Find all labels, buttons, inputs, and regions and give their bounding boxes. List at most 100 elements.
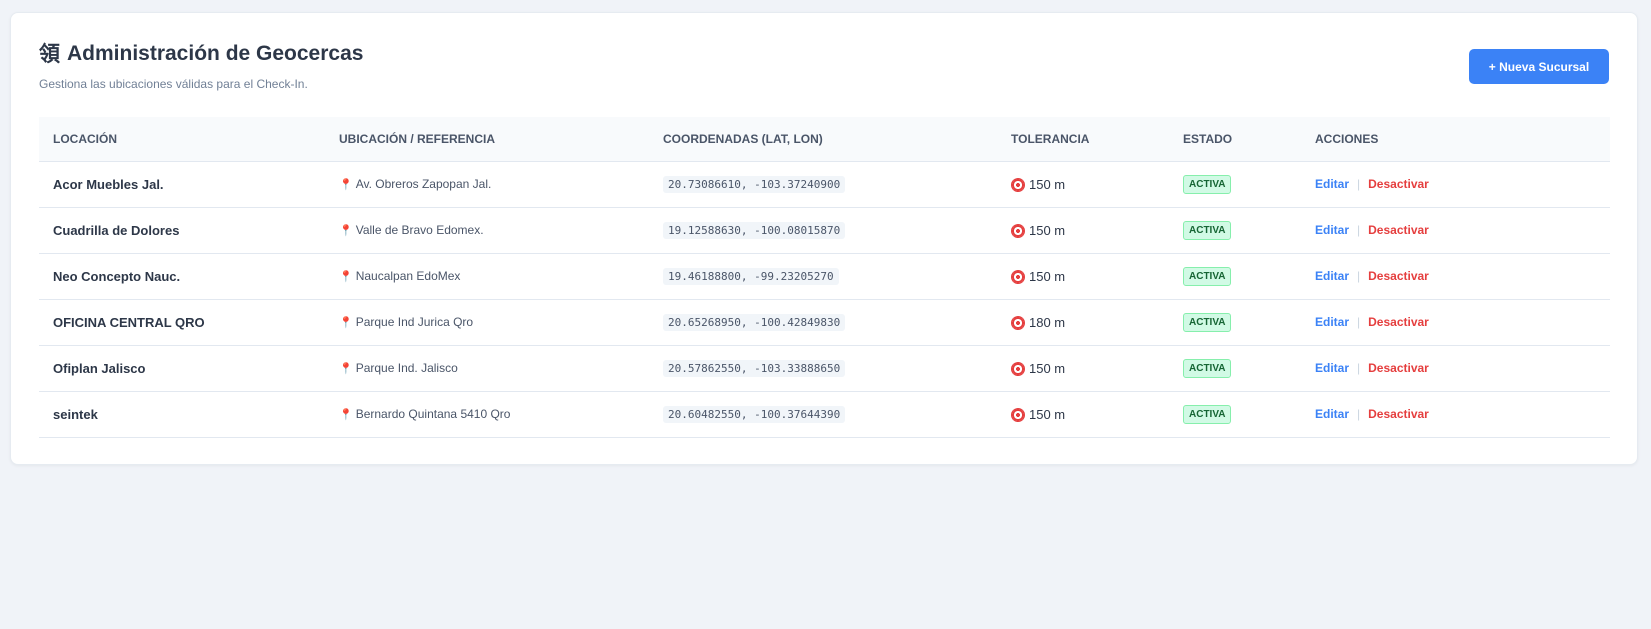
deactivate-link[interactable]: Desactivar — [1368, 361, 1429, 375]
edit-link[interactable]: Editar — [1315, 269, 1349, 283]
cell-acciones: Editar | Desactivar — [1301, 161, 1610, 208]
action-separator: | — [1357, 177, 1361, 191]
cell-referencia: 📍 Parque Ind Jurica Qro — [325, 299, 649, 346]
cell-estado: ACTIVA — [1169, 345, 1301, 392]
status-badge: ACTIVA — [1183, 266, 1232, 286]
cell-locacion: OFICINA CENTRAL QRO — [39, 299, 325, 346]
deactivate-link[interactable]: Desactivar — [1368, 223, 1429, 237]
deactivate-link[interactable]: Desactivar — [1368, 315, 1429, 329]
geofence-table: Locación Ubicación / Referencia Coordena… — [39, 117, 1610, 438]
column-header-acciones: Acciones — [1301, 117, 1610, 162]
target-icon — [1011, 315, 1025, 330]
target-icon — [1011, 269, 1025, 284]
cell-coordenadas: 20.57862550, -103.33888650 — [649, 345, 997, 392]
coordinates-value: 19.12588630, -100.08015870 — [663, 222, 846, 239]
cell-referencia: 📍 Av. Obreros Zapopan Jal. — [325, 161, 649, 208]
action-separator: | — [1357, 361, 1361, 375]
table-header-row: Locación Ubicación / Referencia Coordena… — [39, 117, 1610, 162]
column-header-estado[interactable]: Estado — [1169, 117, 1301, 162]
cell-tolerancia: 150 m — [997, 391, 1169, 438]
tolerance-value: 150 m — [1029, 268, 1066, 284]
coordinates-value: 20.57862550, -103.33888650 — [663, 360, 846, 377]
cell-tolerancia: 150 m — [997, 161, 1169, 208]
cell-locacion: Neo Concepto Nauc. — [39, 253, 325, 300]
referencia-text: Av. Obreros Zapopan Jal. — [355, 177, 492, 191]
status-badge: ACTIVA — [1183, 404, 1232, 424]
cell-coordenadas: 19.12588630, -100.08015870 — [649, 207, 997, 254]
edit-link[interactable]: Editar — [1315, 407, 1349, 421]
referencia-text: Naucalpan EdoMex — [355, 269, 461, 283]
status-badge: ACTIVA — [1183, 174, 1232, 194]
edit-link[interactable]: Editar — [1315, 223, 1349, 237]
action-separator: | — [1357, 269, 1361, 283]
edit-link[interactable]: Editar — [1315, 315, 1349, 329]
geofence-card: 領 Administración de Geocercas Gestiona l… — [10, 12, 1638, 465]
page-title: 領 Administración de Geocercas — [39, 41, 1609, 67]
map-region-icon: 領 — [39, 42, 60, 66]
edit-link[interactable]: Editar — [1315, 361, 1349, 375]
tolerance-value: 150 m — [1029, 176, 1066, 192]
cell-estado: ACTIVA — [1169, 253, 1301, 300]
column-header-locacion[interactable]: Locación — [39, 117, 325, 162]
cell-coordenadas: 20.65268950, -100.42849830 — [649, 299, 997, 346]
action-separator: | — [1357, 223, 1361, 237]
cell-acciones: Editar | Desactivar — [1301, 391, 1610, 438]
status-badge: ACTIVA — [1183, 358, 1232, 378]
cell-coordenadas: 19.46188800, -99.23205270 — [649, 253, 997, 300]
map-pin-icon: 📍 — [339, 362, 353, 375]
cell-acciones: Editar | Desactivar — [1301, 345, 1610, 392]
table-row: Acor Muebles Jal. 📍 Av. Obreros Zapopan Ja… — [39, 161, 1610, 208]
deactivate-link[interactable]: Desactivar — [1368, 269, 1429, 283]
new-branch-button[interactable]: + Nueva Sucursal — [1469, 49, 1609, 84]
cell-referencia: 📍 Bernardo Quintana 5410 Qro — [325, 391, 649, 438]
status-badge: ACTIVA — [1183, 312, 1232, 332]
map-pin-icon: 📍 — [339, 178, 353, 191]
deactivate-link[interactable]: Desactivar — [1368, 407, 1429, 421]
referencia-text: Valle de Bravo Edomex. — [355, 223, 484, 237]
cell-referencia: 📍 Valle de Bravo Edomex. — [325, 207, 649, 254]
map-pin-icon: 📍 — [339, 316, 353, 329]
action-separator: | — [1357, 407, 1361, 421]
cell-locacion: Cuadrilla de Dolores — [39, 207, 325, 254]
cell-referencia: 📍 Parque Ind. Jalisco — [325, 345, 649, 392]
table-row: OFICINA CENTRAL QRO 📍 Parque Ind Jurica Qr… — [39, 299, 1610, 346]
target-icon — [1011, 223, 1025, 238]
tolerance-value: 150 m — [1029, 406, 1066, 422]
cell-estado: ACTIVA — [1169, 161, 1301, 208]
map-pin-icon: 📍 — [339, 408, 353, 421]
tolerance-value: 150 m — [1029, 360, 1066, 376]
target-icon — [1011, 361, 1025, 376]
referencia-text: Bernardo Quintana 5410 Qro — [355, 407, 511, 421]
cell-locacion: Acor Muebles Jal. — [39, 161, 325, 208]
table-row: Cuadrilla de Dolores 📍 Valle de Bravo Edom… — [39, 207, 1610, 254]
column-header-tolerancia[interactable]: Tolerancia — [997, 117, 1169, 162]
cell-coordenadas: 20.60482550, -100.37644390 — [649, 391, 997, 438]
cell-acciones: Editar | Desactivar — [1301, 253, 1610, 300]
coordinates-value: 19.46188800, -99.23205270 — [663, 268, 839, 285]
edit-link[interactable]: Editar — [1315, 177, 1349, 191]
deactivate-link[interactable]: Desactivar — [1368, 177, 1429, 191]
cell-coordenadas: 20.73086610, -103.37240900 — [649, 161, 997, 208]
map-pin-icon: 📍 — [339, 224, 353, 237]
cell-tolerancia: 180 m — [997, 299, 1169, 346]
column-header-ubicacion[interactable]: Ubicación / Referencia — [325, 117, 649, 162]
cell-locacion: Ofiplan Jalisco — [39, 345, 325, 392]
cell-tolerancia: 150 m — [997, 345, 1169, 392]
target-icon — [1011, 177, 1025, 192]
map-pin-icon: 📍 — [339, 270, 353, 283]
page-header: 領 Administración de Geocercas Gestiona l… — [39, 41, 1609, 101]
tolerance-value: 180 m — [1029, 314, 1066, 330]
cell-estado: ACTIVA — [1169, 207, 1301, 254]
table-row: seintek 📍 Bernardo Quintana 5410 Qro 20.604… — [39, 391, 1610, 438]
cell-acciones: Editar | Desactivar — [1301, 299, 1610, 346]
table-body: Acor Muebles Jal. 📍 Av. Obreros Zapopan Ja… — [39, 161, 1610, 438]
referencia-text: Parque Ind Jurica Qro — [355, 315, 474, 329]
table-row: Neo Concepto Nauc. 📍 Naucalpan EdoMex 19.46… — [39, 253, 1610, 300]
cell-tolerancia: 150 m — [997, 207, 1169, 254]
page-title-text: Administración de Geocercas — [67, 42, 364, 65]
cell-acciones: Editar | Desactivar — [1301, 207, 1610, 254]
cell-estado: ACTIVA — [1169, 391, 1301, 438]
cell-locacion: seintek — [39, 391, 325, 438]
tolerance-value: 150 m — [1029, 222, 1066, 238]
column-header-coordenadas[interactable]: Coordenadas (Lat, Lon) — [649, 117, 997, 162]
